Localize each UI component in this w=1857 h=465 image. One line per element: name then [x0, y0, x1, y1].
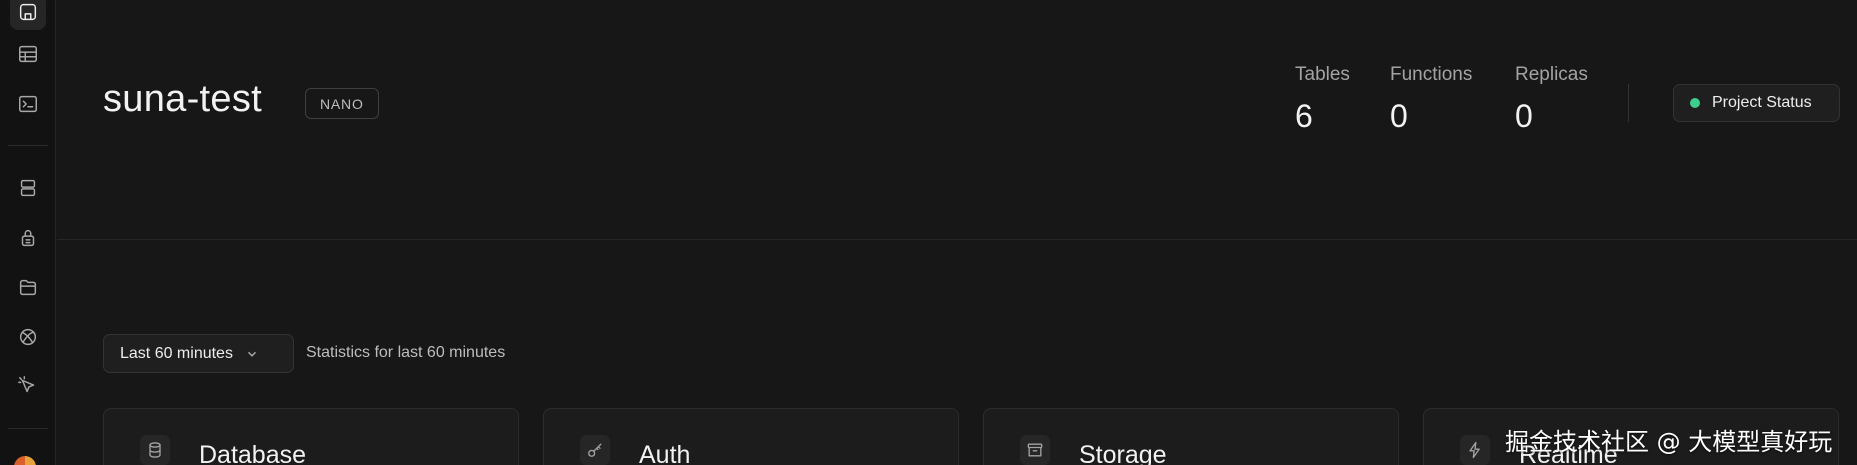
time-range-value: Last 60 minutes	[120, 344, 233, 362]
sidebar-item-realtime[interactable]	[0, 317, 56, 357]
stat-value: 6	[1295, 98, 1313, 134]
auth-icon	[21, 230, 35, 247]
range-caption: Statistics for last 60 minutes	[306, 344, 506, 361]
sidebar-item-auth[interactable]	[0, 218, 56, 258]
dashboard: suna-test NANO Tables 6 Functions 0 Repl…	[0, 0, 1857, 465]
key-icon	[580, 435, 610, 465]
card-title: Database	[199, 441, 307, 465]
sidebar-item-storage[interactable]	[0, 267, 56, 307]
sidebar-item-home[interactable]	[0, 0, 56, 32]
plan-badge: NANO	[305, 88, 379, 119]
stat-label: Replicas	[1515, 64, 1588, 85]
database-icon	[140, 435, 170, 465]
time-range-select[interactable]: Last 60 minutes	[103, 334, 294, 373]
stat-value: 0	[1390, 98, 1408, 134]
card-title: Storage	[1079, 441, 1167, 465]
archive-icon	[1020, 435, 1050, 465]
project-status-label: Project Status	[1712, 94, 1812, 111]
edge-functions-icon	[18, 376, 35, 393]
project-title: suna-test	[103, 78, 263, 120]
avatar[interactable]	[14, 456, 36, 465]
stats-divider	[1628, 84, 1629, 122]
database-icon	[20, 179, 36, 197]
card-auth[interactable]: Auth	[543, 408, 959, 465]
chevron-down-icon	[247, 351, 257, 357]
stat-label: Tables	[1295, 64, 1350, 85]
realtime-icon	[19, 328, 37, 346]
sidebar	[0, 0, 56, 465]
stat-replicas[interactable]: Replicas 0	[1515, 64, 1588, 135]
sidebar-item-database[interactable]	[0, 168, 56, 208]
storage-icon	[19, 279, 37, 296]
card-storage[interactable]: Storage	[983, 408, 1399, 465]
stat-label: Functions	[1390, 64, 1473, 85]
bolt-icon	[1460, 435, 1490, 465]
card-database[interactable]: Database	[103, 408, 519, 465]
stat-tables[interactable]: Tables 6	[1295, 64, 1350, 135]
sidebar-item-table-editor[interactable]	[0, 34, 56, 74]
stat-functions[interactable]: Functions 0	[1390, 64, 1472, 135]
stat-value: 0	[1515, 98, 1533, 134]
watermark: 掘金技术社区 @ 大模型真好玩	[1505, 428, 1833, 456]
status-dot-icon	[1690, 98, 1700, 108]
sql-editor-icon	[19, 95, 37, 113]
sidebar-item-edge-functions[interactable]	[0, 366, 56, 406]
table-editor-icon	[19, 45, 37, 63]
home-icon	[19, 3, 37, 21]
header-divider	[57, 239, 1857, 240]
sidebar-item-sql-editor[interactable]	[0, 84, 56, 124]
project-status-button[interactable]: Project Status	[1673, 84, 1840, 122]
card-title: Auth	[639, 441, 691, 465]
